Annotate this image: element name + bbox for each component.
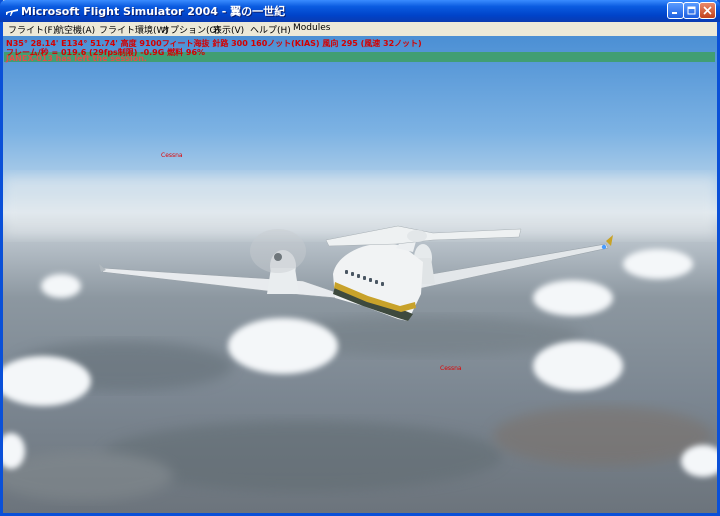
menu-world[interactable]: フライト環境(W): [99, 23, 169, 36]
flight-view[interactable]: N35° 28.14' E134° 51.74' 高度 9100フィート海抜 針…: [3, 36, 717, 513]
window-title: Microsoft Flight Simulator 2004 - 翼の一世紀: [21, 5, 286, 18]
menu-flight[interactable]: フライト(F): [8, 23, 56, 36]
maximize-icon: [687, 6, 696, 15]
minimize-icon: [672, 12, 677, 14]
menu-options[interactable]: オプション(O): [161, 23, 220, 36]
aircraft-label: Cessna: [161, 152, 183, 159]
flight-sim-app-icon: [6, 9, 18, 16]
menu-aircraft[interactable]: 航空機(A): [55, 23, 95, 36]
menu-help[interactable]: ヘルプ(H): [250, 23, 291, 36]
menu-view[interactable]: 表示(V): [213, 23, 244, 36]
scenery: [3, 176, 717, 501]
title-bar[interactable]: Microsoft Flight Simulator 2004 - 翼の一世紀: [0, 0, 720, 22]
minimize-button[interactable]: [667, 2, 684, 19]
app-window: Microsoft Flight Simulator 2004 - 翼の一世紀 …: [0, 0, 720, 516]
close-button[interactable]: [699, 2, 716, 19]
hud-session-message: JANEX-013 has left the session.: [6, 54, 147, 63]
aircraft-model: [99, 225, 613, 321]
menu-bar: フライト(F) 航空機(A) フライト環境(W) オプション(O) 表示(V) …: [3, 22, 717, 37]
aircraft-label: Cessna: [440, 365, 462, 372]
close-icon: [703, 6, 712, 15]
menu-modules[interactable]: Modules: [293, 23, 330, 33]
maximize-button[interactable]: [683, 2, 700, 19]
